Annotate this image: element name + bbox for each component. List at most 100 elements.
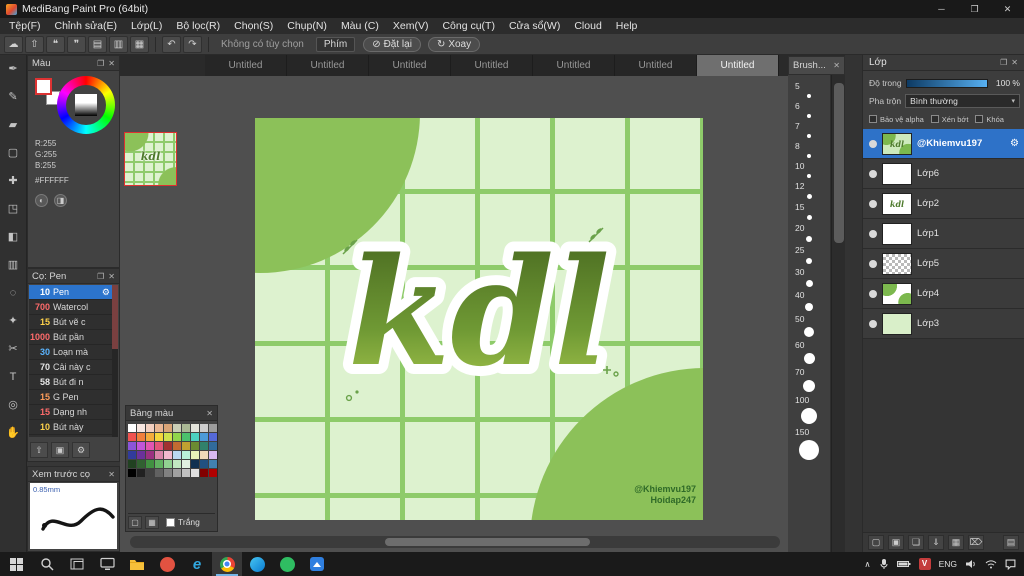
layer-visibility-icon[interactable] (869, 319, 877, 328)
blend-mode-select[interactable]: Bình thường ▾ (905, 94, 1020, 108)
minimize-button[interactable]: ─ (925, 0, 958, 18)
palette-swatch[interactable] (128, 469, 136, 477)
list-icon[interactable]: ▥ (109, 35, 128, 53)
layer-row[interactable]: Lớp4 (863, 279, 1024, 309)
palette-swatch[interactable] (182, 433, 190, 441)
palette-file-button[interactable]: ▢ (128, 515, 142, 529)
brush-item[interactable]: 1000 Bút pần (29, 330, 112, 345)
popout-icon[interactable]: ❐ (97, 59, 104, 68)
layer-folder-button[interactable]: ▣ (888, 535, 904, 550)
menu-item[interactable]: Công cụ(T) (435, 18, 502, 34)
palette-swatch[interactable] (146, 433, 154, 441)
brush-size-item[interactable]: 7 (788, 121, 830, 138)
palette-swatch[interactable] (128, 433, 136, 441)
brush-size-item[interactable]: 100 (788, 395, 830, 424)
brush-size-item[interactable]: 20 (788, 223, 830, 242)
taskbar-app-messenger[interactable] (272, 552, 302, 576)
palette-swatch[interactable] (191, 433, 199, 441)
menu-item[interactable]: Màu (C) (334, 18, 386, 34)
reset-button[interactable]: ⊘ Đặt lại (363, 36, 421, 52)
brush-size-item[interactable]: 60 (788, 340, 830, 364)
brush-size-item[interactable]: 15 (788, 202, 830, 220)
taskbar-app-chrome[interactable] (212, 552, 242, 576)
checkbox-icon[interactable] (975, 115, 984, 123)
brush-up-button[interactable]: ⇧ (30, 442, 48, 458)
palette-swatch[interactable] (164, 424, 172, 432)
palette-swatch[interactable] (164, 451, 172, 459)
speaker-icon[interactable] (965, 559, 977, 569)
palette-swatch[interactable] (191, 460, 199, 468)
palette-swatch[interactable] (200, 460, 208, 468)
layer-visibility-icon[interactable] (869, 259, 877, 268)
layer-option-checkbox[interactable]: Khóa (975, 115, 1004, 124)
lasso-tool[interactable]: ◌ (3, 284, 23, 302)
foreground-color-swatch[interactable] (35, 78, 52, 95)
taskbar-app-edge[interactable]: e (182, 552, 212, 576)
palette-swatch[interactable] (155, 451, 163, 459)
close-icon[interactable]: ✕ (108, 272, 115, 281)
layer-row[interactable]: kdl Lớp2 (863, 189, 1024, 219)
palette-swatch[interactable] (137, 442, 145, 450)
canvas-horizontal-scrollbar[interactable] (130, 536, 780, 548)
close-button[interactable]: ✕ (991, 0, 1024, 18)
start-button[interactable] (0, 552, 32, 576)
layer-option-checkbox[interactable]: Bảo vệ alpha (869, 115, 924, 124)
brush-item[interactable]: 700 Watercol (29, 300, 112, 315)
popout-icon[interactable]: ❐ (1000, 58, 1007, 67)
menu-item[interactable]: Xem(V) (386, 18, 436, 34)
battery-icon[interactable] (896, 560, 911, 568)
palette-swatch[interactable] (200, 433, 208, 441)
close-icon[interactable]: ✕ (108, 470, 115, 479)
rotate-button[interactable]: ↻ Xoay (427, 36, 481, 52)
palette-swatch[interactable] (137, 433, 145, 441)
palette-swatch[interactable] (146, 460, 154, 468)
palette-swatch[interactable] (200, 424, 208, 432)
taskbar-app-photos[interactable] (302, 552, 332, 576)
document-tab[interactable]: Untitled (205, 55, 287, 76)
brush-size-item[interactable]: 6 (788, 101, 830, 118)
document-tab[interactable]: Untitled (451, 55, 533, 76)
brush-size-item[interactable]: 70 (788, 367, 830, 392)
layer-visibility-icon[interactable] (869, 289, 877, 298)
document-tab[interactable]: Untitled (533, 55, 615, 76)
taskbar-app-edge-circle[interactable] (242, 552, 272, 576)
layer-visibility-icon[interactable] (869, 139, 877, 148)
menu-item[interactable]: Tệp(F) (2, 18, 48, 34)
palette-swatch[interactable] (173, 442, 181, 450)
brush-list-scrollbar-thumb[interactable] (112, 285, 118, 349)
comment-icon[interactable]: ❝ (46, 35, 65, 53)
brush-item[interactable]: 15 Dạng nh (29, 405, 112, 420)
brush-settings-icon[interactable]: ⚙ (102, 287, 110, 298)
palette-swatch[interactable] (155, 460, 163, 468)
layer-visibility-icon[interactable] (869, 169, 877, 178)
palette-swatch[interactable] (164, 460, 172, 468)
palette-swatch[interactable] (137, 424, 145, 432)
hue-mode-button[interactable]: ◐ (35, 194, 48, 207)
checkbox-icon[interactable] (930, 115, 939, 123)
close-icon[interactable]: ✕ (1011, 58, 1018, 67)
palette-swatch[interactable] (137, 451, 145, 459)
palette-swatch[interactable] (146, 469, 154, 477)
text-tool[interactable]: T (3, 368, 23, 386)
eraser-tool[interactable]: ▰ (3, 116, 23, 134)
comment-alt-icon[interactable]: ❞ (67, 35, 86, 53)
palette-swatch[interactable] (209, 442, 217, 450)
brush-size-item[interactable]: 50 (788, 314, 830, 337)
palette-swatch[interactable] (173, 469, 181, 477)
palette-swatch[interactable] (191, 469, 199, 477)
palette-swatch[interactable] (155, 442, 163, 450)
palette-swatch[interactable] (191, 442, 199, 450)
hidden-icons-chevron[interactable]: ∧ (864, 559, 870, 570)
brush-size-scrollbar-thumb[interactable] (834, 83, 844, 243)
palette-swatch[interactable] (182, 424, 190, 432)
undo-icon[interactable]: ↶ (162, 35, 181, 53)
transform-tool[interactable]: ◳ (3, 200, 23, 218)
gradient-tool[interactable]: ▥ (3, 256, 23, 274)
document-tab[interactable]: Untitled (287, 55, 369, 76)
brush-item[interactable]: 70 Cải này c (29, 360, 112, 375)
cloud-save-icon[interactable]: ☁ (4, 35, 23, 53)
hand-tool[interactable]: ✋ (3, 424, 23, 442)
canvas[interactable]: kdl @Khiemvu197 Hoidap247 (255, 118, 703, 520)
menu-item[interactable]: Lớp(L) (124, 18, 169, 34)
menu-item[interactable]: Cửa sổ(W) (502, 18, 567, 34)
